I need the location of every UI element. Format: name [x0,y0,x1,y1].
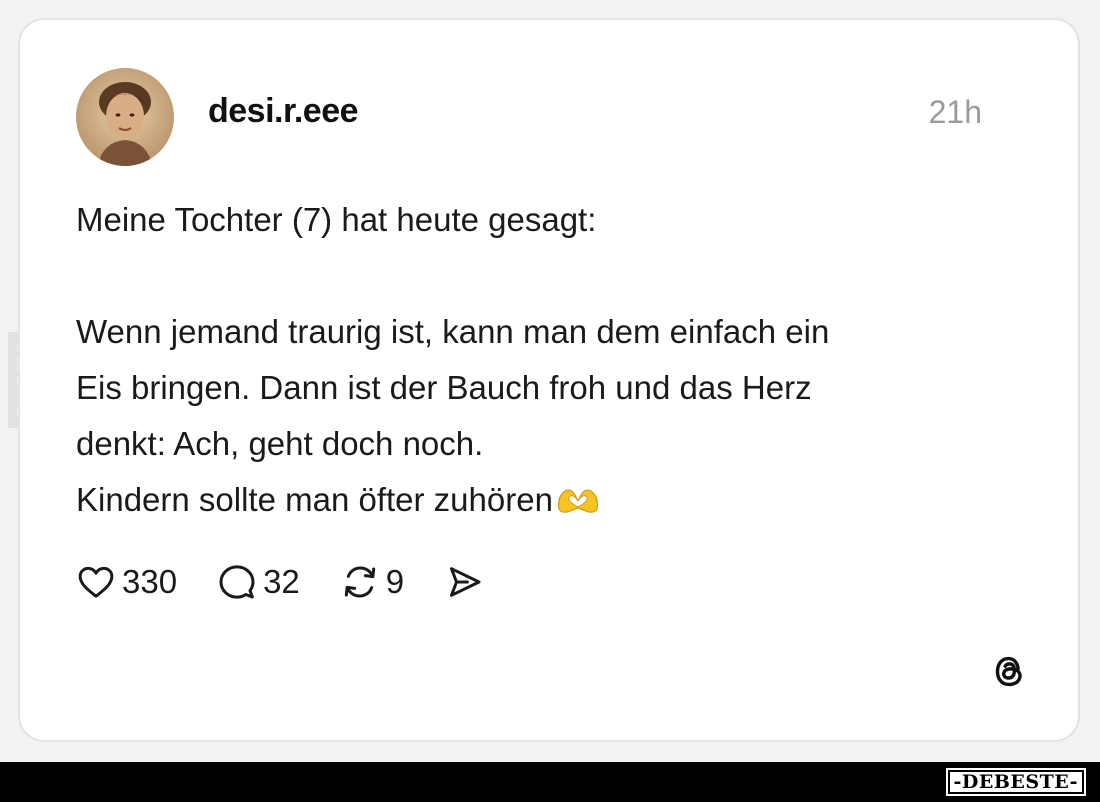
repost-count: 9 [385,563,405,600]
comment-bubble-icon [219,565,255,599]
debeste-logo: -DEBESTE- [945,768,1086,796]
post-body: Meine Tochter (7) hat heute gesagt: Wenn… [76,192,1036,532]
send-icon [450,567,481,597]
avatar-photo [76,68,174,166]
username-link[interactable]: desi.r.eee [208,92,359,131]
post-line: Meine Tochter (7) hat heute gesagt: [76,201,597,238]
post-timestamp: 21h [928,94,982,130]
repost-button[interactable]: 9 [340,562,404,602]
threads-logo-icon [986,648,1032,694]
reply-count: 32 [263,563,300,600]
threads-post-card: desi.r.eee 21h Meine Tochter (7) hat heu… [18,18,1080,742]
post-line-last: Kindern sollte man öfter zuhören [76,472,1036,532]
post-line: Eis bringen. Dann ist der Bauch froh und… [76,369,812,406]
repost-icon [344,566,375,598]
heart-hands-emoji-icon [555,476,601,532]
post-line-text: Kindern sollte man öfter zuhören [76,481,553,518]
post-line: denkt: Ach, geht doch noch. [76,425,484,462]
share-button[interactable] [444,562,484,602]
page: DEBESTE desi.r.eee 21 [0,0,1100,802]
bottom-watermark-bar: -DEBESTE- [0,762,1100,802]
like-count: 330 [122,563,178,600]
post-actions: 330 32 9 [76,560,524,604]
like-button[interactable]: 330 [76,562,177,602]
post-line: Wenn jemand traurig ist, kann man dem ei… [76,313,830,350]
avatar[interactable] [76,68,174,166]
heart-icon [78,566,114,598]
reply-button[interactable]: 32 [217,562,300,602]
